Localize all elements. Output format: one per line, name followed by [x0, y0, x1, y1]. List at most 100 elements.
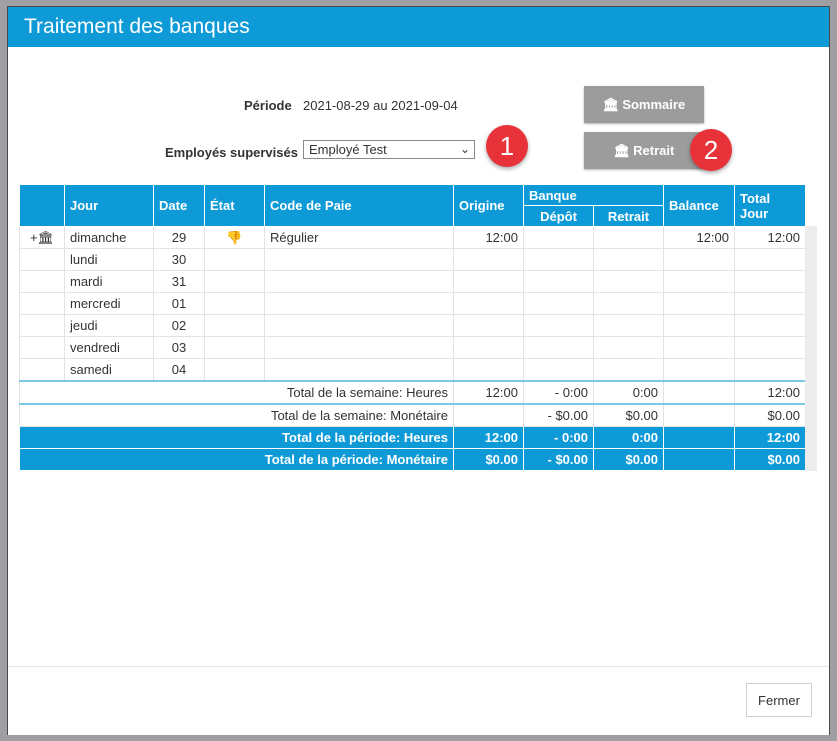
retrait-cell — [592, 292, 665, 315]
total-label: Total de la période: Monétaire — [19, 448, 454, 471]
origine-cell — [453, 314, 524, 337]
add-bank-cell[interactable]: +🏛 — [19, 226, 65, 249]
retrait-cell — [592, 314, 665, 337]
retrait-total: 0:00 — [592, 426, 665, 449]
status-cell — [204, 336, 265, 359]
table-row: lundi 30 — [19, 248, 807, 271]
depot-cell — [523, 226, 594, 249]
dialog-title: Traitement des banques — [24, 15, 250, 38]
status-cell — [204, 358, 265, 382]
chevron-down-icon: ⌄ — [459, 142, 470, 156]
total-cell: 12:00 — [734, 226, 807, 249]
balance-cell — [663, 358, 736, 382]
date-cell: 31 — [153, 270, 205, 293]
balance-cell — [663, 336, 736, 359]
status-cell — [204, 270, 265, 293]
dialog-header: Traitement des banques — [8, 7, 829, 47]
retrait-cell — [592, 270, 665, 293]
table-row: jeudi 02 — [19, 314, 807, 337]
week-total-hours-row: Total de la semaine: Heures 12:00 - 0:00… — [19, 380, 807, 405]
balance-cell: 12:00 — [663, 226, 736, 249]
thumbs-down-icon: 👎 — [226, 229, 243, 245]
summary-button[interactable]: 🏛 Sommaire — [584, 86, 704, 123]
pay-code-cell — [264, 292, 454, 315]
depot-total: - 0:00 — [523, 426, 594, 449]
day-cell: jeudi — [64, 314, 154, 337]
origine-total: 12:00 — [453, 426, 524, 449]
plus-icon[interactable]: + — [30, 230, 38, 245]
origine-cell: 12:00 — [453, 226, 524, 249]
origine-cell — [453, 358, 524, 382]
retrait-cell — [592, 358, 665, 382]
table-scrollbar[interactable] — [805, 226, 817, 471]
callout-badge-1-number: 1 — [499, 130, 515, 161]
balance-cell — [663, 314, 736, 337]
balance-cell — [663, 248, 736, 271]
retrait-total: 0:00 — [592, 380, 665, 405]
depot-total: - 0:00 — [523, 380, 594, 405]
table-row: vendredi 03 — [19, 336, 807, 359]
total-cell — [734, 358, 807, 382]
employee-select-value: Employé Test — [309, 142, 387, 157]
table-row: +🏛 dimanche 29 👎 Régulier 12:00 12:00 12… — [19, 226, 807, 249]
action-cell — [19, 248, 65, 271]
day-cell: lundi — [64, 248, 154, 271]
pay-code-cell — [264, 248, 454, 271]
day-total: $0.00 — [734, 448, 807, 471]
total-cell — [734, 336, 807, 359]
origine-cell — [453, 336, 524, 359]
balance-total — [663, 426, 736, 449]
period-value: 2021-08-29 au 2021-09-04 — [303, 98, 458, 113]
header-retrait: Retrait — [592, 205, 665, 227]
retrait-total: $0.00 — [592, 448, 665, 471]
balance-cell — [663, 270, 736, 293]
header-date: Date — [153, 184, 205, 227]
callout-badge-2: 2 — [690, 129, 732, 171]
table-row: mercredi 01 — [19, 292, 807, 315]
header-origine: Origine — [453, 184, 524, 227]
total-cell — [734, 248, 807, 271]
table-row: samedi 04 — [19, 358, 807, 382]
bank-icon: 🏛 — [613, 142, 631, 158]
header-action — [19, 184, 65, 227]
bank-icon[interactable]: 🏛 — [38, 230, 55, 245]
week-total-money-row: Total de la semaine: Monétaire - $0.00 $… — [19, 403, 807, 427]
withdraw-button[interactable]: 🏛 Retrait — [584, 132, 704, 169]
total-cell — [734, 292, 807, 315]
total-cell — [734, 314, 807, 337]
header-depot: Dépôt — [523, 205, 594, 227]
employee-select[interactable]: Employé Test ⌄ — [303, 140, 475, 159]
depot-cell — [523, 292, 594, 315]
withdraw-button-label: Retrait — [633, 143, 675, 158]
callout-badge-2-number: 2 — [703, 134, 719, 165]
depot-cell — [523, 358, 594, 382]
date-cell: 02 — [153, 314, 205, 337]
balance-cell — [663, 292, 736, 315]
header-balance: Balance — [663, 184, 736, 227]
total-label: Total de la semaine: Heures — [19, 380, 454, 405]
origine-total: $0.00 — [453, 448, 524, 471]
origine-cell — [453, 292, 524, 315]
depot-cell — [523, 314, 594, 337]
depot-total: - $0.00 — [523, 403, 594, 427]
action-cell — [19, 292, 65, 315]
pay-code-cell — [264, 270, 454, 293]
pay-code-cell — [264, 314, 454, 337]
dialog-footer — [8, 666, 829, 735]
action-cell — [19, 314, 65, 337]
total-cell — [734, 270, 807, 293]
bank-processing-dialog: Traitement des banques Période 2021-08-2… — [8, 7, 829, 735]
depot-cell — [523, 248, 594, 271]
pay-code-cell: Régulier — [264, 226, 454, 249]
origine-total: 12:00 — [453, 380, 524, 405]
depot-cell — [523, 270, 594, 293]
callout-badge-1: 1 — [486, 125, 528, 167]
day-total: $0.00 — [734, 403, 807, 427]
total-label: Total de la période: Heures — [19, 426, 454, 449]
close-button[interactable]: Fermer — [746, 683, 812, 717]
day-cell: mercredi — [64, 292, 154, 315]
depot-cell — [523, 336, 594, 359]
status-cell — [204, 248, 265, 271]
header-jour: Jour — [64, 184, 154, 227]
day-cell: dimanche — [64, 226, 154, 249]
